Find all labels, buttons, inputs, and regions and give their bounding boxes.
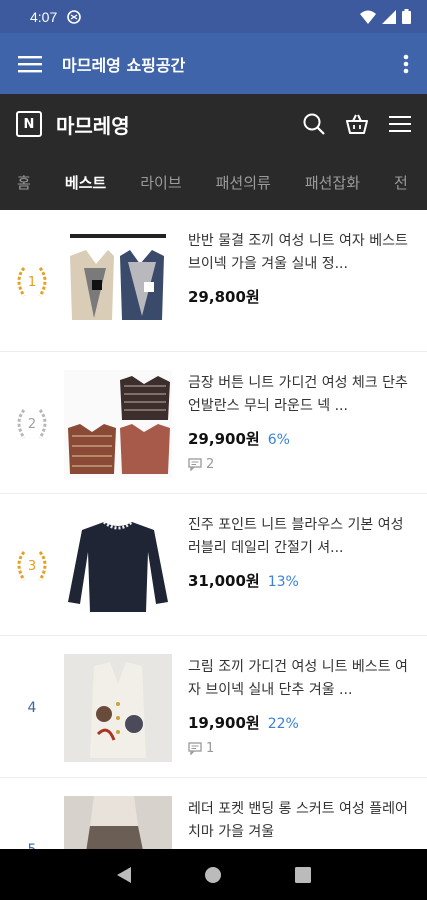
tab-fashion-clothing[interactable]: 패션의류 xyxy=(216,172,271,193)
discount-rate: 13% xyxy=(267,574,299,590)
product-name[interactable]: 레더 포켓 밴딩 롱 스커트 여성 플레어 치마 가을 겨울 xyxy=(188,798,411,844)
discount-rate: 22% xyxy=(267,716,299,732)
app-title: 마므레영 쇼핑공간 xyxy=(62,55,186,75)
category-tabs: 홈 베스트 라이브 패션의류 패션잡화 전 xyxy=(0,154,427,210)
store-header: N 마므레영 xyxy=(0,94,427,154)
status-time: 4:07 xyxy=(30,8,58,25)
product-name[interactable]: 그림 조끼 가디건 여성 니트 베스트 여자 브이넥 실내 단추 겨울 ... xyxy=(188,656,411,702)
store-name[interactable]: 마므레영 xyxy=(56,110,130,139)
list-item[interactable]: 1 반반 물결 조끼 여성 니트 여자 베스트 브이넥 가을 겨울 실내 정..… xyxy=(0,210,427,352)
store-logo-icon[interactable]: N xyxy=(16,111,42,137)
product-name[interactable]: 금장 버튼 니트 가디건 여성 체크 단추 언발란스 무늬 라운드 넥 ... xyxy=(188,372,411,418)
signal-icon xyxy=(382,9,396,24)
product-image[interactable] xyxy=(64,512,172,620)
rank-number: 1 xyxy=(27,274,37,290)
list-item[interactable]: 4 그림 조끼 가디건 여성 니트 베스트 여자 브이넥 실내 단추 겨울 ..… xyxy=(0,636,427,778)
back-icon[interactable] xyxy=(116,866,132,884)
wifi-icon xyxy=(360,10,376,24)
hamburger-icon[interactable] xyxy=(389,115,411,133)
list-item[interactable]: 2 금장 버튼 니트 가디건 여성 체크 단추 언발란스 무늬 라운드 넥 ..… xyxy=(0,352,427,494)
product-image[interactable] xyxy=(64,370,172,478)
comment-icon xyxy=(188,742,202,755)
product-price: 19,900원 xyxy=(188,714,260,732)
product-price: 29,900원 xyxy=(188,430,260,448)
rank-number: 2 xyxy=(27,416,37,432)
tab-more[interactable]: 전 xyxy=(394,172,408,193)
list-item[interactable]: 3 진주 포인트 니트 블라우스 기본 여성 러블리 데일리 간절기 셔... … xyxy=(0,494,427,636)
home-icon[interactable] xyxy=(204,866,222,884)
product-name[interactable]: 반반 물결 조끼 여성 니트 여자 베스트 브이넥 가을 겨울 실내 정... xyxy=(188,230,411,276)
product-image[interactable] xyxy=(64,654,172,762)
review-count[interactable]: 1 xyxy=(188,741,411,756)
system-nav-bar xyxy=(0,849,427,900)
tab-fashion-accessories[interactable]: 패션잡화 xyxy=(305,172,360,193)
tab-home[interactable]: 홈 xyxy=(17,172,31,193)
battery-icon xyxy=(402,9,411,24)
comment-icon xyxy=(188,458,202,471)
tab-live[interactable]: 라이브 xyxy=(140,172,181,193)
sync-icon xyxy=(67,9,82,24)
review-count-text: 2 xyxy=(206,457,215,472)
product-price: 29,800원 xyxy=(188,288,260,306)
review-count[interactable]: 2 xyxy=(188,457,411,472)
tab-best[interactable]: 베스트 xyxy=(65,172,106,193)
rank-badge: 3 xyxy=(10,544,54,588)
product-list: 1 반반 물결 조끼 여성 니트 여자 베스트 브이넥 가을 겨울 실내 정..… xyxy=(0,210,427,900)
menu-icon[interactable] xyxy=(18,55,42,73)
app-bar: 마므레영 쇼핑공간 xyxy=(0,33,427,94)
discount-rate: 6% xyxy=(267,432,290,448)
rank-badge: 2 xyxy=(10,402,54,446)
search-icon[interactable] xyxy=(303,113,325,135)
recents-icon[interactable] xyxy=(294,866,311,883)
product-price: 31,000원 xyxy=(188,572,260,590)
review-count-text: 1 xyxy=(206,741,215,756)
basket-icon[interactable] xyxy=(345,113,369,135)
rank-badge: 1 xyxy=(10,260,54,304)
rank-number: 3 xyxy=(27,558,37,574)
product-image[interactable] xyxy=(64,228,172,336)
rank-badge: 4 xyxy=(10,686,54,730)
more-vert-icon[interactable] xyxy=(403,54,409,74)
status-bar: 4:07 xyxy=(0,0,427,33)
product-name[interactable]: 진주 포인트 니트 블라우스 기본 여성 러블리 데일리 간절기 셔... xyxy=(188,514,411,560)
rank-number: 4 xyxy=(27,700,37,716)
